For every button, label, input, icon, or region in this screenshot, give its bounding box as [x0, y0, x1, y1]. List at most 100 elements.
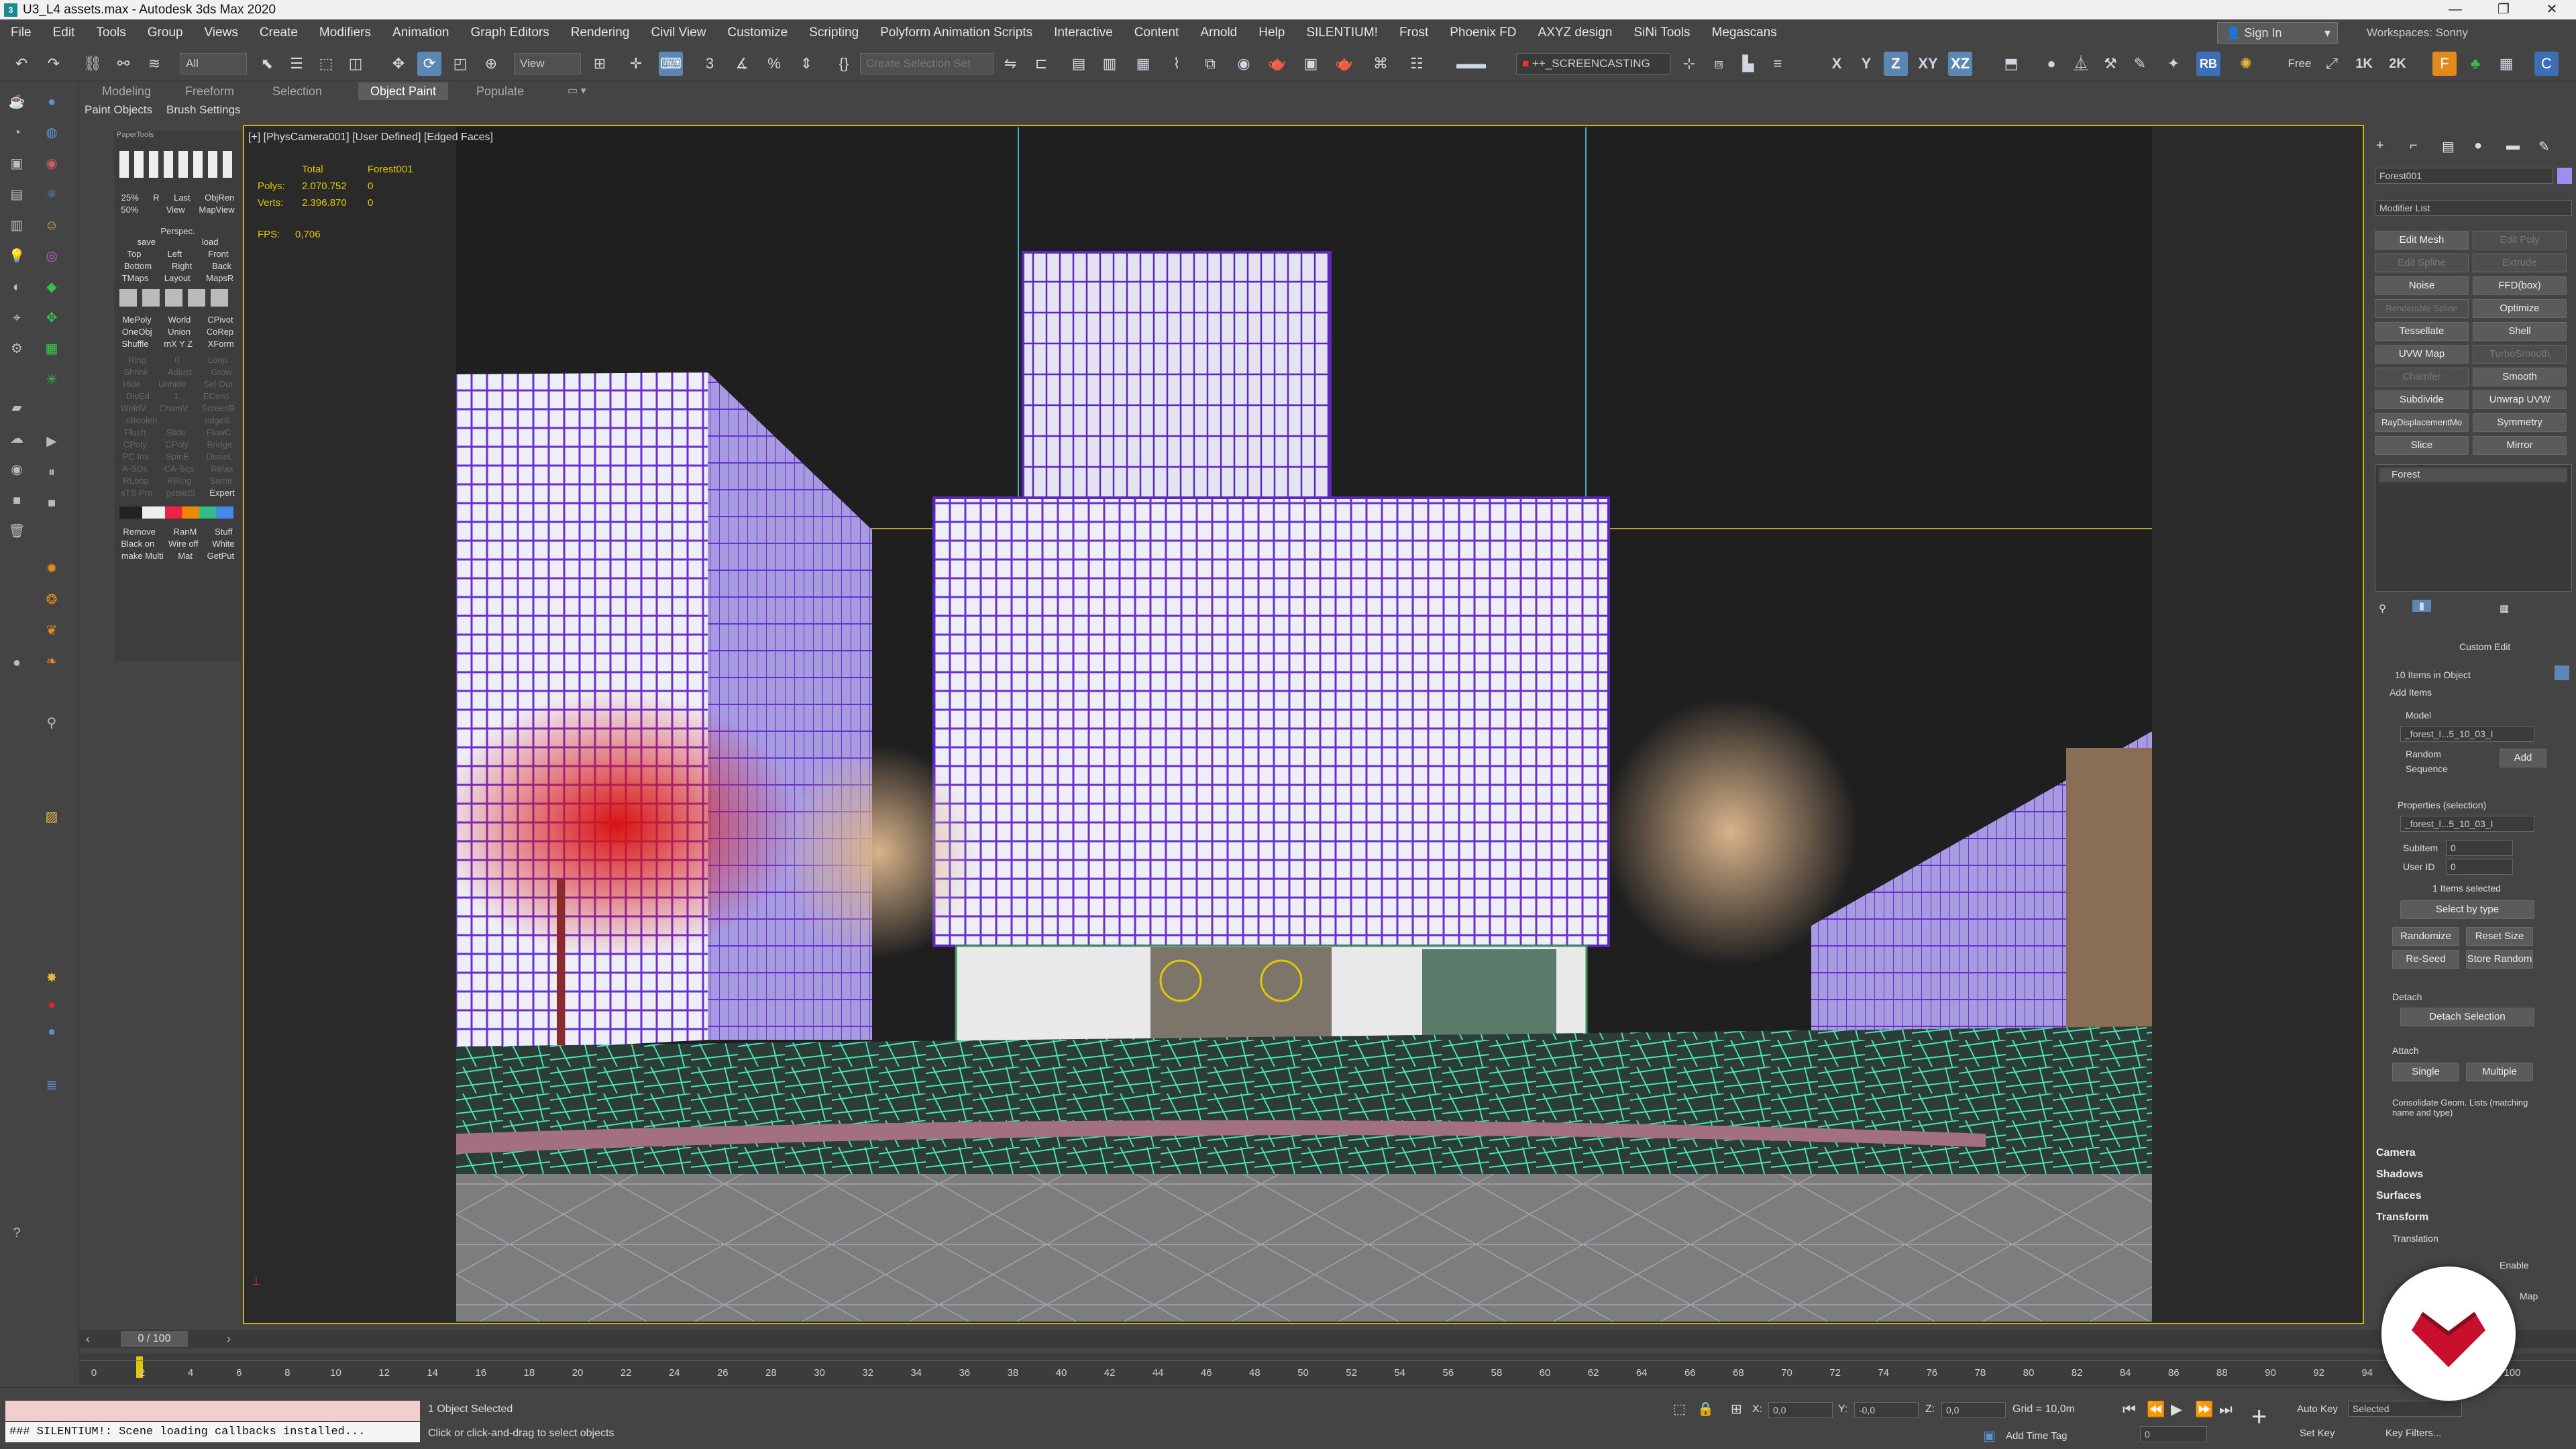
z-coordinate-field[interactable]: 0,0: [1941, 1402, 2006, 1418]
stop-icon[interactable]: ■: [40, 492, 63, 515]
green-grid-icon[interactable]: ▦: [40, 337, 63, 360]
tool-shuffle[interactable]: Shuffle: [121, 337, 148, 351]
modifier-list-dropdown[interactable]: Modifier List: [2375, 200, 2572, 216]
walk-icon[interactable]: ⚲: [40, 712, 63, 735]
axis-xy-button[interactable]: XY: [1916, 52, 1940, 76]
tool-flush[interactable]: Flush: [124, 426, 146, 439]
wrench-icon[interactable]: ✎: [2128, 52, 2152, 76]
tool-dived[interactable]: DivEd: [126, 390, 150, 403]
align-icon[interactable]: ⊏: [1029, 52, 1053, 76]
mod-chamfer[interactable]: Chamfer: [2375, 368, 2469, 386]
track-bar[interactable]: [79, 1354, 2576, 1385]
rollout-surfaces[interactable]: Surfaces: [2376, 1190, 2571, 1202]
goto-end-icon[interactable]: ⏭: [2219, 1401, 2233, 1418]
stack-item-forest[interactable]: Forest: [2379, 468, 2567, 482]
align-objects-icon[interactable]: ▙: [1736, 52, 1760, 76]
tool-left[interactable]: Left: [167, 248, 182, 261]
res-2k-button[interactable]: 2K: [2385, 52, 2410, 76]
motion-tab-icon[interactable]: ●: [2474, 138, 2482, 154]
tool-econs[interactable]: ECons: [203, 390, 229, 403]
undo-icon[interactable]: ↶: [9, 52, 34, 76]
maxscript-listener[interactable]: ### SILENTIUM!: Scene loading callbacks …: [5, 1401, 420, 1444]
axis-z-button[interactable]: Z: [1884, 52, 1908, 76]
shapes-icon[interactable]: ◔: [5, 121, 28, 144]
tool-rloop[interactable]: RLoop: [123, 474, 149, 488]
tool-mat[interactable]: Mat: [178, 549, 193, 563]
tool-cpoly1[interactable]: CPoly: [123, 438, 147, 451]
tool-asds[interactable]: A-SDs: [122, 462, 148, 476]
subitem-field[interactable]: 0: [2446, 840, 2513, 856]
axis-x-button[interactable]: X: [1825, 52, 1849, 76]
time-slider[interactable]: ‹ 0 / 100 ›: [79, 1330, 2576, 1348]
menu-animation[interactable]: Animation: [382, 25, 460, 40]
corona-icon[interactable]: C: [2534, 52, 2559, 76]
tool-rring[interactable]: RRing: [167, 474, 191, 488]
color-swatch-row[interactable]: [119, 506, 233, 519]
mod-edit-spline[interactable]: Edit Spline: [2375, 254, 2469, 272]
object-color-swatch[interactable]: [2557, 168, 2572, 184]
tool-corep[interactable]: CoRep: [207, 325, 233, 339]
container-icon[interactable]: ▣: [5, 152, 28, 175]
time-tag-icon[interactable]: ▣: [1983, 1428, 1996, 1444]
shape-icon-row[interactable]: [119, 289, 233, 307]
green-cube-icon[interactable]: ◆: [40, 276, 63, 299]
render-setup-icon[interactable]: 🫖: [1265, 52, 1289, 76]
tab-selection[interactable]: Selection: [260, 83, 334, 100]
tool-world[interactable]: World: [168, 313, 191, 327]
tool-right[interactable]: Right: [172, 260, 192, 273]
create-tab-icon[interactable]: +: [2376, 138, 2384, 154]
tool-sboolen[interactable]: sBoolen: [126, 414, 158, 427]
green-arrows-icon[interactable]: ✥: [40, 307, 63, 329]
light-icon[interactable]: 💡: [5, 245, 28, 268]
randomize-button[interactable]: Randomize: [2392, 927, 2459, 946]
tool-weldv[interactable]: WeldV: [121, 402, 146, 415]
properties-dropdown[interactable]: _forest_l...5_10_03_I: [2400, 816, 2534, 832]
layer-explorer-icon[interactable]: ▥: [1097, 52, 1122, 76]
axis-xz-button[interactable]: XZ: [1948, 52, 1972, 76]
add-time-tag-button[interactable]: Add Time Tag: [2006, 1430, 2067, 1442]
tool-union[interactable]: Union: [168, 325, 191, 339]
tool-ranm[interactable]: RanM: [174, 525, 197, 539]
track-bar-icon[interactable]: ▬▬: [1441, 52, 1501, 76]
tool-slide[interactable]: Slide: [166, 426, 186, 439]
tool-cpoly2[interactable]: CPoly: [165, 438, 189, 451]
viewport-label[interactable]: [+] [PhysCamera001] [User Defined] [Edge…: [248, 131, 493, 144]
mod-shell[interactable]: Shell: [2473, 322, 2567, 341]
menu-customize[interactable]: Customize: [716, 25, 798, 40]
tool-last[interactable]: Last: [174, 191, 191, 205]
store-random-button[interactable]: Store Random: [2466, 950, 2533, 969]
modify-tab-icon[interactable]: ⌐: [2410, 138, 2418, 154]
menu-phoenix-fd[interactable]: Phoenix FD: [1439, 25, 1527, 40]
pedestal-icon[interactable]: ⏅: [2069, 52, 2093, 76]
multiple-attach-button[interactable]: Multiple: [2466, 1063, 2533, 1081]
red-dot-icon[interactable]: ●: [40, 994, 63, 1016]
keyboard-shortcut-override-icon[interactable]: ⌨: [659, 52, 683, 76]
rollout-transform[interactable]: Transform: [2376, 1212, 2571, 1224]
pause-icon[interactable]: ⏸: [40, 461, 63, 484]
green-spark-icon[interactable]: ✳: [40, 368, 63, 391]
current-frame-field[interactable]: 0: [2140, 1426, 2207, 1442]
tool-unhide[interactable]: Unhide: [158, 378, 186, 391]
rollout-shadows[interactable]: Shadows: [2376, 1169, 2571, 1181]
tool-load[interactable]: load: [202, 235, 219, 249]
tab-object-paint[interactable]: Object Paint: [358, 83, 449, 100]
angle-snap-icon[interactable]: ∡: [730, 52, 754, 76]
goto-start-icon[interactable]: ⏮: [2123, 1401, 2136, 1418]
sequence-radio[interactable]: Sequence: [2406, 763, 2448, 774]
red-sphere-icon[interactable]: ◉: [40, 152, 63, 175]
mirror-icon[interactable]: ⇋: [998, 52, 1022, 76]
auto-key-button[interactable]: Auto Key: [2297, 1403, 2338, 1415]
menu-axyz-design[interactable]: AXYZ design: [1527, 25, 1623, 40]
model-dropdown[interactable]: _forest_l...5_10_03_I: [2400, 726, 2534, 742]
circle-tool-icon[interactable]: ●: [5, 651, 28, 674]
rb-button[interactable]: RB: [2196, 52, 2220, 76]
menu-interactive[interactable]: Interactive: [1043, 25, 1124, 40]
tool-grow[interactable]: Grow: [211, 366, 232, 379]
yellow-box-icon[interactable]: ▨: [40, 806, 63, 828]
menu-civil-view[interactable]: Civil View: [640, 25, 716, 40]
help-icon[interactable]: ?: [5, 1222, 28, 1244]
reset-size-button[interactable]: Reset Size: [2466, 927, 2533, 946]
link-icon[interactable]: ⛓: [80, 52, 105, 76]
sparkle-icon[interactable]: ✦: [2161, 52, 2186, 76]
mod-uvw-map[interactable]: UVW Map: [2375, 345, 2469, 364]
